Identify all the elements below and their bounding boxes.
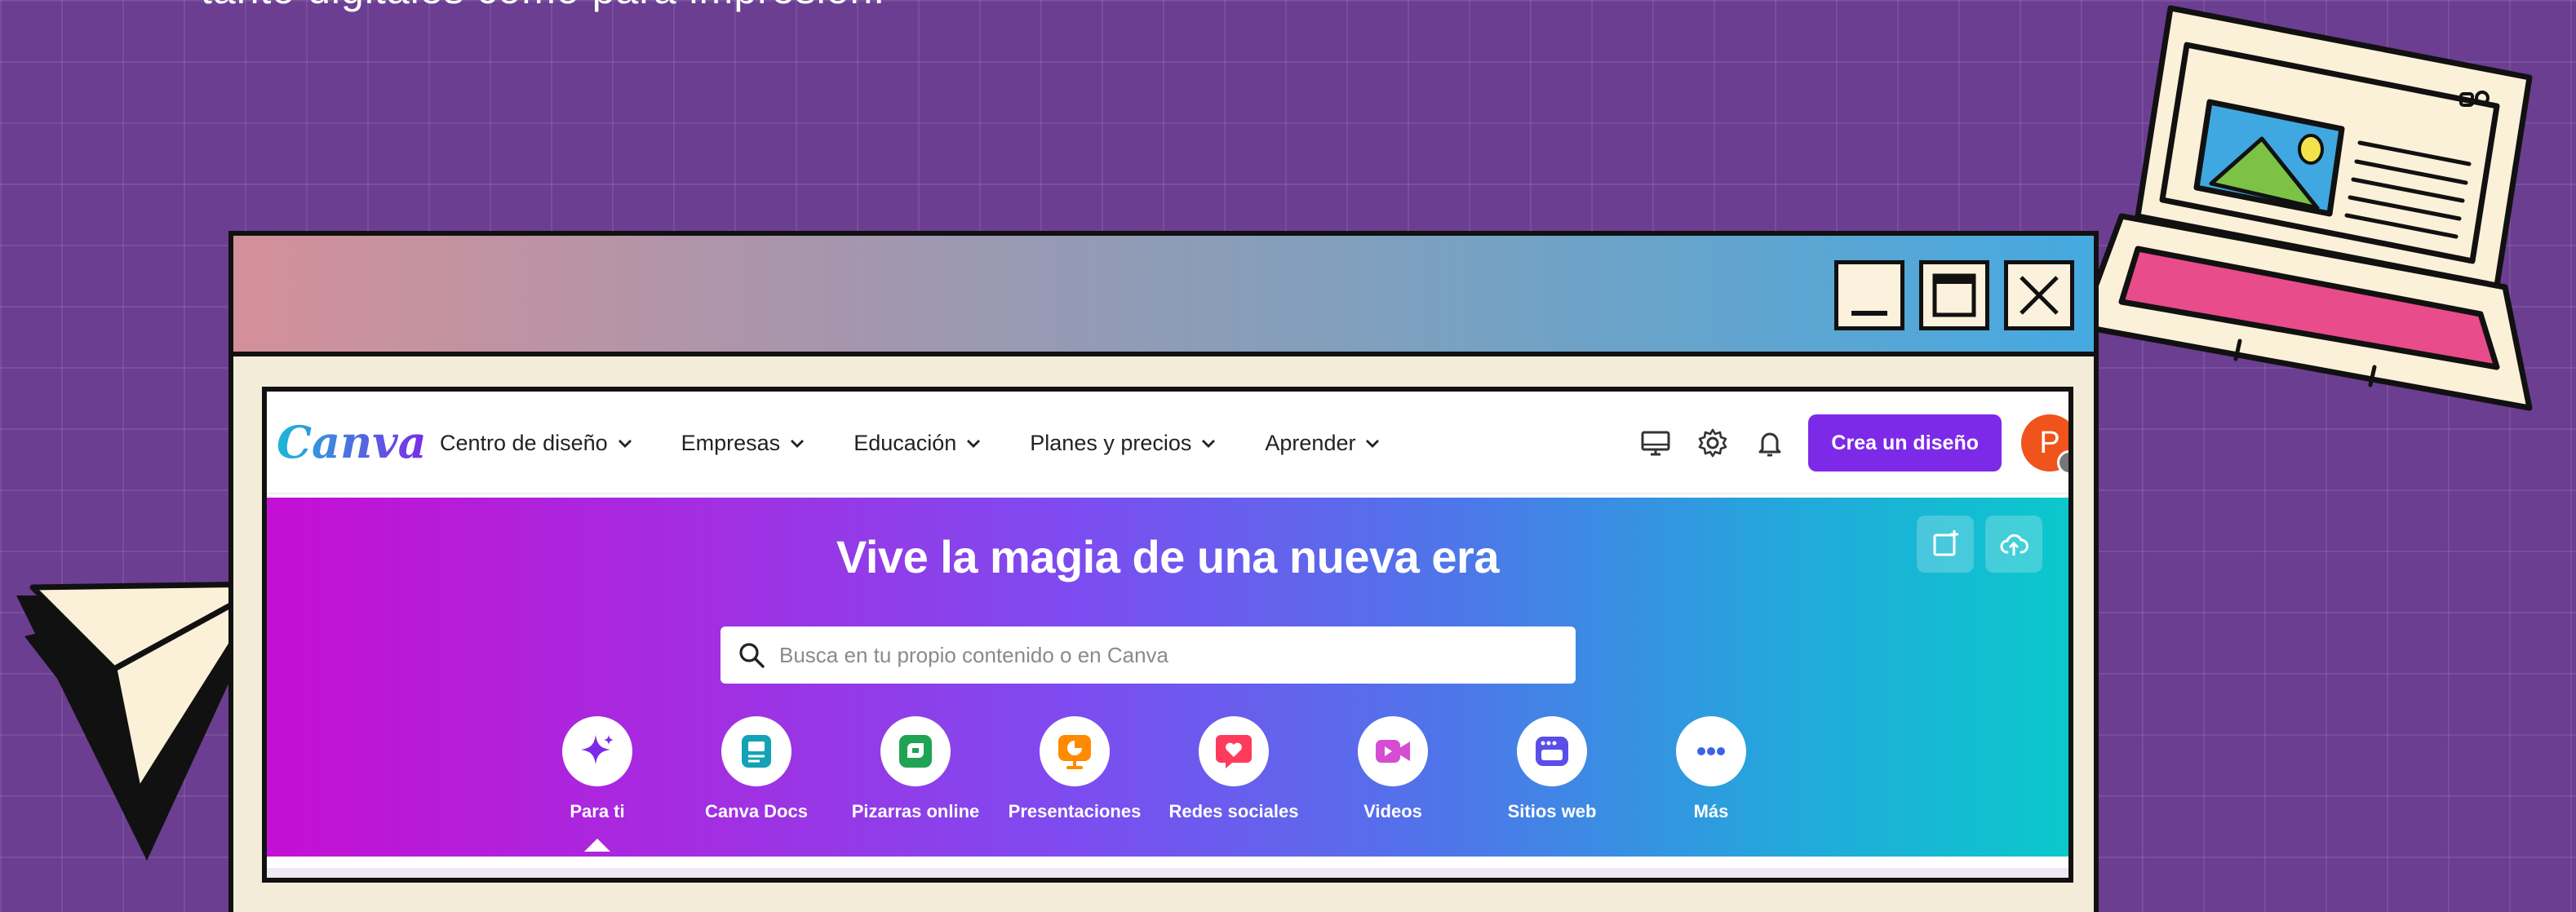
close-icon [2020, 276, 2059, 315]
upload-cloud-icon [2000, 533, 2028, 556]
canva-app: Canva Centro de diseño Empresas Educació… [262, 387, 2073, 883]
category-label: Presentaciones [1008, 801, 1142, 821]
category-icon-circle [880, 716, 951, 786]
category-label: Pizarras online [851, 801, 980, 821]
category-label: Sitios web [1507, 801, 1597, 821]
nav-item-educacion[interactable]: Educación [853, 431, 982, 456]
nav-item-label: Empresas [681, 430, 781, 455]
category-label: Redes sociales [1168, 801, 1299, 821]
chevron-down-icon [967, 440, 981, 448]
search-input[interactable] [779, 642, 1514, 668]
docs-icon [742, 735, 771, 768]
category-icon-circle [1517, 716, 1587, 786]
social-heart-icon [1216, 735, 1252, 768]
category-icon-circle [721, 716, 791, 786]
nav-actions: Crea un diseño P [1627, 392, 2068, 494]
category-shortcuts: Para ti Canva Docs Pizarras online Prese… [267, 716, 2068, 863]
category-sitios-web[interactable]: Sitios web [1470, 716, 1634, 822]
category-para-ti[interactable]: Para ti [516, 716, 679, 822]
website-icon [1536, 737, 1568, 766]
category-mas[interactable]: Más [1629, 716, 1793, 822]
notifications-button[interactable] [1741, 414, 1798, 471]
nav-item-planes-y-precios[interactable]: Planes y precios [1030, 431, 1217, 456]
presentation-icon [1058, 735, 1091, 769]
category-icon-circle [562, 716, 632, 786]
bell-icon [1758, 432, 1781, 457]
desktop-app-button[interactable] [1627, 414, 1684, 471]
top-nav: Canva Centro de diseño Empresas Educació… [267, 392, 2068, 494]
category-label: Videos [1363, 801, 1422, 821]
chevron-down-icon [791, 440, 805, 448]
nav-item-aprender[interactable]: Aprender [1265, 431, 1381, 456]
user-avatar[interactable]: P [2021, 414, 2068, 475]
app-window: Canva Centro de diseño Empresas Educació… [228, 231, 2099, 912]
minimize-button[interactable] [1834, 260, 1904, 330]
more-icon [1697, 747, 1725, 755]
avatar-badge [2057, 450, 2068, 475]
category-canva-docs[interactable]: Canva Docs [675, 716, 838, 822]
intro-text: tanto digitales como para impresión. [201, 0, 885, 13]
active-tab-indicator [584, 839, 610, 852]
upload-button[interactable] [1985, 516, 2042, 573]
category-icon-circle [1676, 716, 1746, 786]
window-titlebar[interactable] [233, 236, 2094, 356]
category-label: Más [1693, 801, 1729, 821]
video-icon [1376, 740, 1410, 763]
chevron-down-icon [618, 440, 632, 448]
category-pizarras-online[interactable]: Pizarras online [834, 716, 997, 822]
maximize-button[interactable] [1919, 260, 1989, 330]
settings-button[interactable] [1684, 414, 1741, 471]
category-label: Para ti [570, 801, 625, 821]
hero-title: Vive la magia de una nueva era [836, 531, 1499, 582]
category-presentaciones[interactable]: Presentaciones [993, 716, 1156, 822]
chevron-down-icon [1202, 440, 1216, 448]
category-redes-sociales[interactable]: Redes sociales [1152, 716, 1315, 822]
nav-item-centro-de-diseno[interactable]: Centro de diseño [440, 431, 634, 456]
nav-item-label: Planes y precios [1030, 430, 1192, 455]
category-videos[interactable]: Videos [1311, 716, 1474, 822]
category-icon-circle [1199, 716, 1269, 786]
content-area-edge [267, 857, 2068, 878]
category-icon-circle [1040, 716, 1110, 786]
create-design-button[interactable]: Crea un diseño [1808, 414, 2002, 471]
hero-banner: Vive la magia de una nueva era Para ti [267, 498, 2068, 857]
chevron-down-icon [1366, 440, 1380, 448]
content-shade [267, 868, 2068, 878]
sparkle-icon [581, 735, 614, 764]
nav-menu: Centro de diseño Empresas Educación Plan… [440, 392, 1429, 494]
nav-item-empresas[interactable]: Empresas [681, 431, 807, 456]
nav-item-label: Aprender [1265, 430, 1356, 455]
close-button[interactable] [2004, 260, 2074, 330]
laptop-illustration [2077, 5, 2533, 411]
custom-size-icon [1933, 530, 1958, 556]
nav-item-label: Educación [853, 430, 957, 455]
category-icon-circle [1358, 716, 1428, 786]
gear-icon [1699, 428, 1727, 458]
avatar-initial: P [2039, 425, 2060, 460]
canva-logo[interactable]: Canva [277, 416, 427, 468]
whiteboard-icon [899, 735, 932, 768]
custom-size-button[interactable] [1917, 516, 1974, 573]
search-icon [739, 643, 765, 668]
nav-item-label: Centro de diseño [440, 430, 608, 455]
maximize-icon [1932, 273, 1976, 317]
desktop-icon [1641, 431, 1670, 456]
search-bar[interactable] [720, 626, 1576, 684]
minimize-icon [1851, 311, 1887, 316]
category-label: Canva Docs [705, 801, 808, 821]
